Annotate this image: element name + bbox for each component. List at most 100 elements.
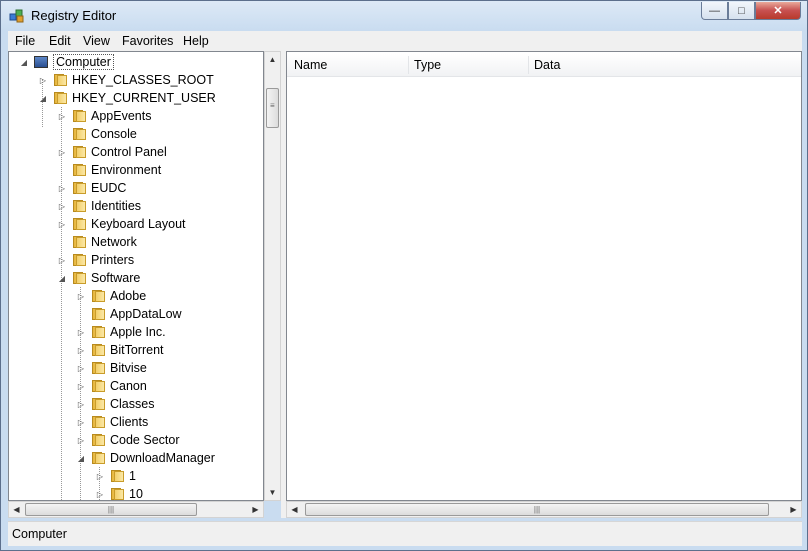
tree-node-label: Classes <box>110 397 155 411</box>
expand-arrow-icon[interactable]: ▷ <box>76 327 86 337</box>
scroll-left-arrow-icon[interactable]: ◀ <box>9 502 24 517</box>
folder-icon <box>91 290 105 302</box>
folder-icon <box>72 146 86 158</box>
tree-horizontal-scrollbar[interactable]: ◀ ||| ▶ <box>8 501 264 518</box>
folder-icon <box>91 344 105 356</box>
expand-arrow-icon[interactable]: ▷ <box>57 147 67 157</box>
tree-node-printers[interactable]: ▷ Printers <box>57 251 134 269</box>
tree-node-label: Code Sector <box>110 433 180 447</box>
tree-node-clients[interactable]: ▷ Clients <box>76 413 148 431</box>
tree-vertical-scrollbar[interactable]: ▲ ≡ ▼ <box>264 51 281 501</box>
tree-node-bitvise[interactable]: ▷ Bitvise <box>76 359 147 377</box>
column-divider[interactable] <box>528 56 529 74</box>
scroll-right-arrow-icon[interactable]: ▶ <box>248 502 263 517</box>
tree-node-label: Clients <box>110 415 149 429</box>
scroll-left-arrow-icon[interactable]: ◀ <box>287 502 302 517</box>
tree-node-hkey-current-user[interactable]: ◢ HKEY_CURRENT_USER <box>38 89 216 107</box>
close-button[interactable]: ✕ <box>755 2 801 20</box>
expand-arrow-icon[interactable]: ▷ <box>76 291 86 301</box>
expand-arrow-icon[interactable]: ▷ <box>76 363 86 373</box>
tree-node-network[interactable]: Network <box>57 233 137 251</box>
registry-tree[interactable]: ◢ Computer ▷ HKEY_CLASSES_ROOT ◢ HKEY_CU… <box>8 51 264 501</box>
expand-arrow-icon[interactable]: ▷ <box>38 75 48 85</box>
folder-icon <box>91 452 105 464</box>
tree-node-1[interactable]: ▷ 1 <box>95 467 136 485</box>
expand-arrow-icon[interactable]: ▷ <box>57 255 67 265</box>
tree-node-label: Environment <box>91 163 162 177</box>
maximize-button[interactable]: □ <box>728 2 755 20</box>
collapse-arrow-icon[interactable]: ◢ <box>19 57 29 67</box>
column-header-data[interactable]: Data <box>534 58 560 72</box>
tree-node-apple-inc[interactable]: ▷ Apple Inc. <box>76 323 166 341</box>
expand-arrow-icon[interactable]: ▷ <box>76 345 86 355</box>
tree-node-downloadmanager[interactable]: ◢ DownloadManager <box>76 449 215 467</box>
expand-arrow-icon[interactable]: ▷ <box>76 381 86 391</box>
title-bar[interactable]: Registry Editor — □ ✕ <box>1 1 807 29</box>
tree-node-appevents[interactable]: ▷ AppEvents <box>57 107 152 125</box>
menu-help[interactable]: Help <box>183 34 209 48</box>
tree-node-eudc[interactable]: ▷ EUDC <box>57 179 127 197</box>
horizontal-scroll-thumb[interactable]: ||| <box>305 503 769 516</box>
menu-edit[interactable]: Edit <box>49 34 71 48</box>
tree-node-appdatalow[interactable]: AppDataLow <box>76 305 182 323</box>
expand-arrow-icon[interactable]: ▷ <box>57 111 67 121</box>
folder-icon <box>72 272 86 284</box>
tree-node-control-panel[interactable]: ▷ Control Panel <box>57 143 167 161</box>
folder-icon <box>110 488 124 500</box>
tree-node-console[interactable]: Console <box>57 125 137 143</box>
tree-node-software[interactable]: ◢ Software <box>57 269 140 287</box>
tree-node-adobe[interactable]: ▷ Adobe <box>76 287 146 305</box>
values-list[interactable]: Name Type Data <box>286 51 802 501</box>
tree-node-environment[interactable]: Environment <box>57 161 161 179</box>
vertical-scroll-thumb[interactable]: ≡ <box>266 88 279 128</box>
expand-arrow-icon[interactable]: ▷ <box>76 435 86 445</box>
tree-node-label: Adobe <box>110 289 147 303</box>
tree-node-identities[interactable]: ▷ Identities <box>57 197 141 215</box>
tree-node-keyboard-layout[interactable]: ▷ Keyboard Layout <box>57 215 186 233</box>
tree-node-computer[interactable]: ◢ Computer <box>19 53 114 71</box>
tree-node-classes[interactable]: ▷ Classes <box>76 395 155 413</box>
scroll-down-arrow-icon[interactable]: ▼ <box>265 485 280 500</box>
scroll-up-arrow-icon[interactable]: ▲ <box>265 52 280 67</box>
tree-node-bittorrent[interactable]: ▷ BitTorrent <box>76 341 164 359</box>
expand-arrow-icon[interactable]: ▷ <box>95 471 105 481</box>
column-header-name[interactable]: Name <box>294 58 327 72</box>
tree-node-label: Network <box>91 235 137 249</box>
list-header: Name Type Data <box>287 54 801 77</box>
folder-icon <box>72 164 86 176</box>
expand-arrow-icon[interactable]: ▷ <box>57 183 67 193</box>
tree-node-hkey-classes-root[interactable]: ▷ HKEY_CLASSES_ROOT <box>38 71 214 89</box>
tree-node-label: AppDataLow <box>110 307 182 321</box>
menu-bar: File Edit View Favorites Help <box>8 31 802 52</box>
collapse-arrow-icon[interactable]: ◢ <box>38 93 48 103</box>
expand-arrow-icon[interactable]: ▷ <box>76 399 86 409</box>
folder-icon <box>91 380 105 392</box>
expand-arrow-icon[interactable]: ▷ <box>76 417 86 427</box>
collapse-arrow-icon[interactable]: ◢ <box>57 273 67 283</box>
folder-icon <box>91 434 105 446</box>
column-header-type[interactable]: Type <box>414 58 441 72</box>
registry-editor-icon <box>9 9 24 23</box>
tree-node-10[interactable]: ▷ 10 <box>95 485 143 500</box>
tree-node-canon[interactable]: ▷ Canon <box>76 377 147 395</box>
tree-node-code-sector[interactable]: ▷ Code Sector <box>76 431 180 449</box>
menu-file[interactable]: File <box>15 34 35 48</box>
folder-icon <box>72 128 86 140</box>
minimize-button[interactable]: — <box>701 2 728 20</box>
menu-view[interactable]: View <box>83 34 110 48</box>
menu-favorites[interactable]: Favorites <box>122 34 173 48</box>
collapse-arrow-icon[interactable]: ◢ <box>76 453 86 463</box>
status-path: Computer <box>12 527 67 541</box>
list-horizontal-scrollbar[interactable]: ◀ ||| ▶ <box>286 501 802 518</box>
scroll-right-arrow-icon[interactable]: ▶ <box>786 502 801 517</box>
column-divider[interactable] <box>408 56 409 74</box>
tree-node-label: EUDC <box>91 181 127 195</box>
expand-arrow-icon[interactable]: ▷ <box>57 201 67 211</box>
tree-node-label: HKEY_CURRENT_USER <box>72 91 216 105</box>
expand-arrow-icon[interactable]: ▷ <box>95 489 105 499</box>
folder-icon <box>72 254 86 266</box>
grip-icon: ≡ <box>270 101 275 110</box>
horizontal-scroll-thumb[interactable]: ||| <box>25 503 197 516</box>
tree-node-label: Console <box>91 127 137 141</box>
expand-arrow-icon[interactable]: ▷ <box>57 219 67 229</box>
